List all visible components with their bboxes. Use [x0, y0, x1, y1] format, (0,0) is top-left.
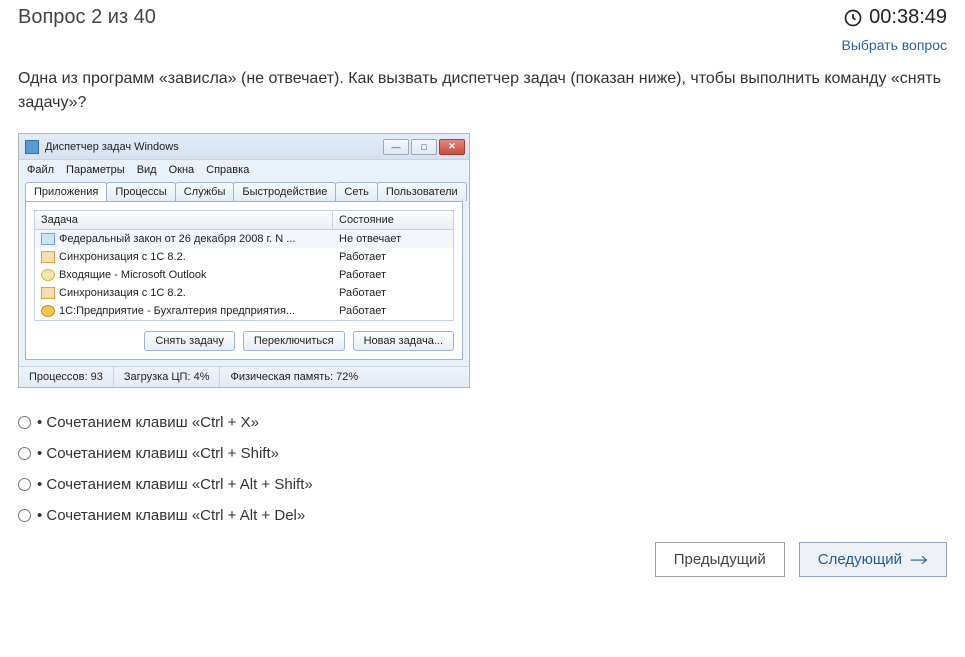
app-icon [25, 140, 39, 154]
answer-option-3[interactable]: • Сочетанием клавиш «Ctrl + Alt + Shift» [18, 476, 947, 493]
mail-icon [41, 269, 55, 281]
statusbar: Процессов: 93 Загрузка ЦП: 4% Физическая… [19, 366, 469, 387]
menu-windows: Окна [169, 164, 195, 176]
prev-button-label: Предыдущий [674, 551, 766, 568]
minimize-icon: — [383, 139, 409, 155]
menu-help: Справка [206, 164, 249, 176]
table-row: Синхронизация с 1С 8.2. Работает [35, 248, 453, 266]
row-task: Синхронизация с 1С 8.2. [59, 287, 186, 299]
new-task-button: Новая задача... [353, 331, 454, 351]
answer-option-1[interactable]: • Сочетанием клавиш «Ctrl + X» [18, 414, 947, 431]
status-procs: Процессов: 93 [19, 367, 114, 387]
list-header: Задача Состояние [34, 210, 454, 230]
question-title: Вопрос 2 из 40 [18, 6, 156, 29]
table-row: 1С:Предприятие - Бухгалтерия предприятия… [35, 302, 453, 320]
timer: 00:38:49 [843, 6, 947, 29]
status-mem: Физическая память: 72% [220, 367, 469, 387]
answer-option-2[interactable]: • Сочетанием клавиш «Ctrl + Shift» [18, 445, 947, 462]
task-manager-window: Диспетчер задач Windows — □ ✕ Файл Парам… [18, 133, 470, 388]
next-button-label: Следующий [818, 551, 902, 568]
menubar: Файл Параметры Вид Окна Справка [19, 160, 469, 180]
answer-label-3: • Сочетанием клавиш «Ctrl + Alt + Shift» [37, 476, 313, 493]
list-body: Федеральный закон от 26 декабря 2008 г. … [34, 230, 454, 321]
prev-button[interactable]: Предыдущий [655, 542, 785, 577]
close-icon: ✕ [439, 139, 465, 155]
tab-procs: Процессы [106, 182, 175, 201]
answer-radio-3[interactable] [18, 478, 31, 491]
table-row: Федеральный закон от 26 декабря 2008 г. … [35, 230, 453, 248]
answer-radio-1[interactable] [18, 416, 31, 429]
table-row: Входящие - Microsoft Outlook Работает [35, 266, 453, 284]
row-state: Работает [333, 248, 453, 266]
row-state: Работает [333, 302, 453, 320]
sync-icon [41, 287, 55, 299]
row-task: Федеральный закон от 26 декабря 2008 г. … [59, 233, 295, 245]
sync-icon [41, 251, 55, 263]
1c-icon [41, 305, 55, 317]
answer-label-2: • Сочетанием клавиш «Ctrl + Shift» [37, 445, 279, 462]
row-task: Входящие - Microsoft Outlook [59, 269, 207, 281]
next-button[interactable]: Следующий [799, 542, 947, 577]
question-prompt: Одна из программ «зависла» (не отвечает)… [18, 67, 947, 115]
clock-icon [843, 8, 863, 28]
menu-view: Вид [137, 164, 157, 176]
answer-option-4[interactable]: • Сочетанием клавиш «Ctrl + Alt + Del» [18, 507, 947, 524]
status-cpu: Загрузка ЦП: 4% [114, 367, 221, 387]
row-state: Работает [333, 266, 453, 284]
table-row: Синхронизация с 1С 8.2. Работает [35, 284, 453, 302]
col-header-state: Состояние [333, 211, 453, 229]
answers: • Сочетанием клавиш «Ctrl + X» • Сочетан… [18, 414, 947, 524]
timer-value: 00:38:49 [869, 6, 947, 29]
answer-radio-2[interactable] [18, 447, 31, 460]
col-header-task: Задача [35, 211, 333, 229]
tab-apps: Приложения [25, 182, 107, 201]
arrow-right-icon [910, 554, 928, 566]
tabstrip: Приложения Процессы Службы Быстродействи… [19, 182, 469, 201]
end-task-button: Снять задачу [144, 331, 235, 351]
row-task: Синхронизация с 1С 8.2. [59, 251, 186, 263]
titlebar: Диспетчер задач Windows — □ ✕ [19, 134, 469, 160]
tab-users: Пользователи [377, 182, 467, 201]
menu-params: Параметры [66, 164, 125, 176]
menu-file: Файл [27, 164, 54, 176]
doc-icon [41, 233, 55, 245]
select-question-link[interactable]: Выбрать вопрос [842, 37, 948, 53]
tab-perf: Быстродействие [233, 182, 336, 201]
tab-net: Сеть [335, 182, 377, 201]
tab-svcs: Службы [175, 182, 235, 201]
tab-content: Задача Состояние Федеральный закон от 26… [25, 201, 463, 360]
row-state: Не отвечает [333, 230, 453, 248]
row-task: 1С:Предприятие - Бухгалтерия предприятия… [59, 305, 295, 317]
answer-label-4: • Сочетанием клавиш «Ctrl + Alt + Del» [37, 507, 305, 524]
answer-radio-4[interactable] [18, 509, 31, 522]
row-state: Работает [333, 284, 453, 302]
answer-label-1: • Сочетанием клавиш «Ctrl + X» [37, 414, 259, 431]
window-title: Диспетчер задач Windows [45, 141, 179, 153]
switch-to-button: Переключиться [243, 331, 345, 351]
maximize-icon: □ [411, 139, 437, 155]
